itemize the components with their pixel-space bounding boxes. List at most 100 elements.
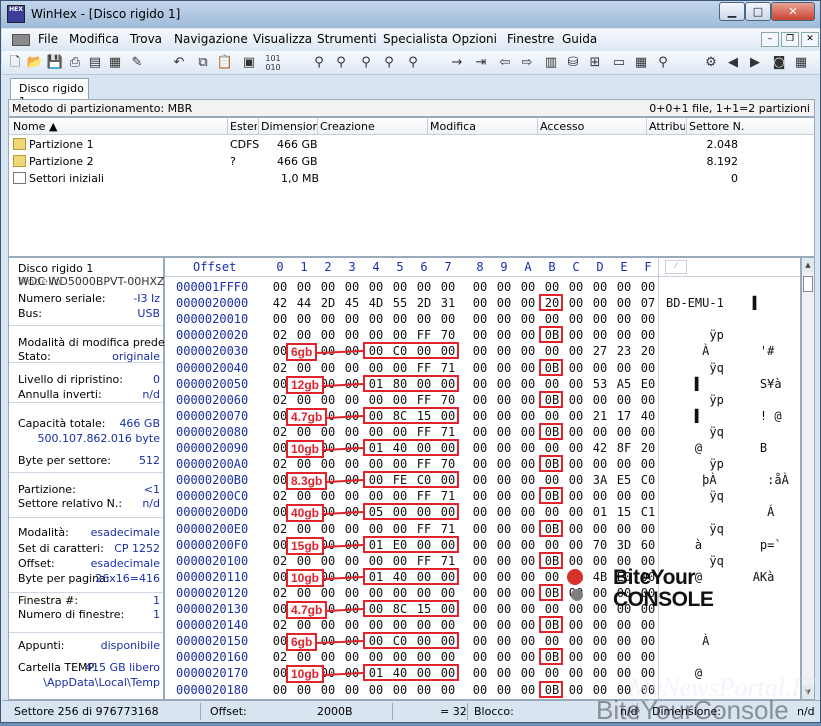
hex-byte[interactable]: 00 (390, 328, 410, 342)
hex-byte[interactable]: 00 (470, 554, 490, 568)
hex-byte[interactable]: 00 (470, 312, 490, 326)
hex-byte[interactable]: 00 (494, 312, 514, 326)
hex-byte[interactable]: 00 (590, 489, 610, 503)
hex-byte[interactable]: 00 (342, 312, 362, 326)
menu-finestre[interactable]: Finestre (507, 32, 554, 46)
next-icon[interactable]: ▶ (746, 54, 764, 72)
hex-byte[interactable]: 00 (470, 666, 490, 680)
hex-byte[interactable]: 00 (518, 328, 538, 342)
hex-byte[interactable]: 00 (518, 361, 538, 375)
hex-byte[interactable]: 20 (638, 344, 658, 358)
hex-byte[interactable]: 00 (470, 505, 490, 519)
hex-byte[interactable]: 02 (270, 489, 290, 503)
hex-byte[interactable]: 00 (366, 361, 386, 375)
hex-byte[interactable]: 70 (438, 393, 458, 407)
col-extension[interactable]: Estens (230, 120, 257, 133)
hex-byte[interactable]: 00 (366, 393, 386, 407)
hex-byte[interactable]: 00 (566, 650, 586, 664)
col-created[interactable]: Creazione (320, 120, 425, 133)
hex-byte[interactable]: 44 (294, 296, 314, 310)
hex-byte[interactable]: 00 (638, 312, 658, 326)
hex-byte[interactable]: 00 (294, 393, 314, 407)
options-icon[interactable]: ⚙ (702, 54, 720, 72)
hex-byte[interactable]: 00 (366, 586, 386, 600)
hex-byte[interactable]: 02 (270, 522, 290, 536)
hex-byte[interactable]: 00 (470, 473, 490, 487)
hex-byte[interactable]: 2D (318, 296, 338, 310)
hex-byte[interactable]: 00 (294, 280, 314, 294)
hex-byte[interactable]: 00 (294, 361, 314, 375)
hex-byte[interactable]: 00 (542, 634, 562, 648)
hex-byte[interactable]: 00 (518, 409, 538, 423)
hex-byte[interactable]: 00 (470, 586, 490, 600)
hex-byte[interactable]: 00 (390, 650, 410, 664)
find-hex-icon[interactable]: ⚲ (332, 54, 350, 72)
hex-byte[interactable]: 00 (566, 328, 586, 342)
hex-byte[interactable]: 00 (518, 393, 538, 407)
hex-byte[interactable]: 00 (470, 457, 490, 471)
paste-icon[interactable]: 📋 (216, 54, 234, 72)
hex-byte[interactable]: 21 (590, 409, 610, 423)
hex-byte[interactable]: 71 (438, 361, 458, 375)
hex-byte[interactable]: 00 (366, 683, 386, 697)
col-first-sector[interactable]: Settore N. 1 (689, 120, 747, 133)
hex-byte[interactable]: 00 (566, 618, 586, 632)
hex-byte[interactable]: 00 (590, 554, 610, 568)
hex-byte[interactable]: 70 (590, 538, 610, 552)
calculator-icon[interactable]: ▦ (632, 54, 650, 72)
hex-byte[interactable]: 15 (614, 505, 634, 519)
menu-trova[interactable]: Trova (130, 32, 162, 46)
replace-hex-icon[interactable]: ⚲ (380, 54, 398, 72)
hex-byte[interactable]: 00 (614, 650, 634, 664)
hex-byte[interactable]: 00 (318, 457, 338, 471)
hex-byte[interactable]: 00 (590, 650, 610, 664)
hex-byte[interactable]: 20 (638, 441, 658, 455)
save-icon[interactable]: 💾 (46, 54, 64, 72)
hex-byte[interactable]: 02 (270, 457, 290, 471)
hex-byte[interactable]: 00 (390, 457, 410, 471)
hex-byte[interactable]: 00 (470, 296, 490, 310)
hex-byte[interactable]: 00 (638, 393, 658, 407)
hex-byte[interactable]: 00 (494, 602, 514, 616)
hex-byte[interactable]: A5 (614, 377, 634, 391)
hex-byte[interactable]: 02 (270, 393, 290, 407)
hex-byte[interactable]: 00 (318, 586, 338, 600)
grid-icon[interactable]: ▦ (792, 54, 810, 72)
hex-byte[interactable]: 00 (566, 489, 586, 503)
col-attributes[interactable]: Attributi (649, 120, 685, 133)
hex-byte[interactable]: 00 (390, 586, 410, 600)
hex-byte[interactable]: 00 (390, 393, 410, 407)
hex-byte[interactable]: 00 (470, 570, 490, 584)
copy-icon[interactable]: ⧉ (194, 54, 212, 72)
hex-byte[interactable]: 00 (494, 489, 514, 503)
new-file-icon[interactable]: 🗋 (6, 54, 24, 72)
hex-byte[interactable]: 00 (342, 328, 362, 342)
hex-byte[interactable]: 00 (342, 618, 362, 632)
menu-guida[interactable]: Guida (562, 32, 597, 46)
hex-byte[interactable]: 00 (318, 683, 338, 697)
hex-byte[interactable]: 00 (470, 280, 490, 294)
hex-byte[interactable]: 00 (470, 344, 490, 358)
hex-byte[interactable]: 00 (390, 312, 410, 326)
hex-byte[interactable]: 00 (414, 586, 434, 600)
hex-byte[interactable]: 00 (566, 409, 586, 423)
hex-byte[interactable]: 00 (542, 505, 562, 519)
hex-byte[interactable]: 00 (638, 618, 658, 632)
hex-byte[interactable]: 00 (342, 554, 362, 568)
hex-byte[interactable]: 2D (414, 296, 434, 310)
hex-byte[interactable]: FF (414, 393, 434, 407)
hex-byte[interactable]: 00 (518, 489, 538, 503)
hex-byte[interactable]: 00 (494, 280, 514, 294)
hex-byte[interactable]: 00 (566, 554, 586, 568)
hex-byte[interactable]: 00 (390, 683, 410, 697)
hex-byte[interactable]: 00 (318, 393, 338, 407)
goto-offset-icon[interactable]: → (448, 54, 466, 72)
hex-byte[interactable]: 00 (318, 554, 338, 568)
hex-byte[interactable]: 00 (342, 457, 362, 471)
hex-byte[interactable]: 00 (614, 361, 634, 375)
hex-byte[interactable]: FF (414, 554, 434, 568)
hex-byte[interactable]: 00 (494, 570, 514, 584)
analyze-icon[interactable]: ⚲ (654, 54, 672, 72)
hex-byte[interactable]: 00 (318, 328, 338, 342)
hex-byte[interactable]: 00 (494, 425, 514, 439)
